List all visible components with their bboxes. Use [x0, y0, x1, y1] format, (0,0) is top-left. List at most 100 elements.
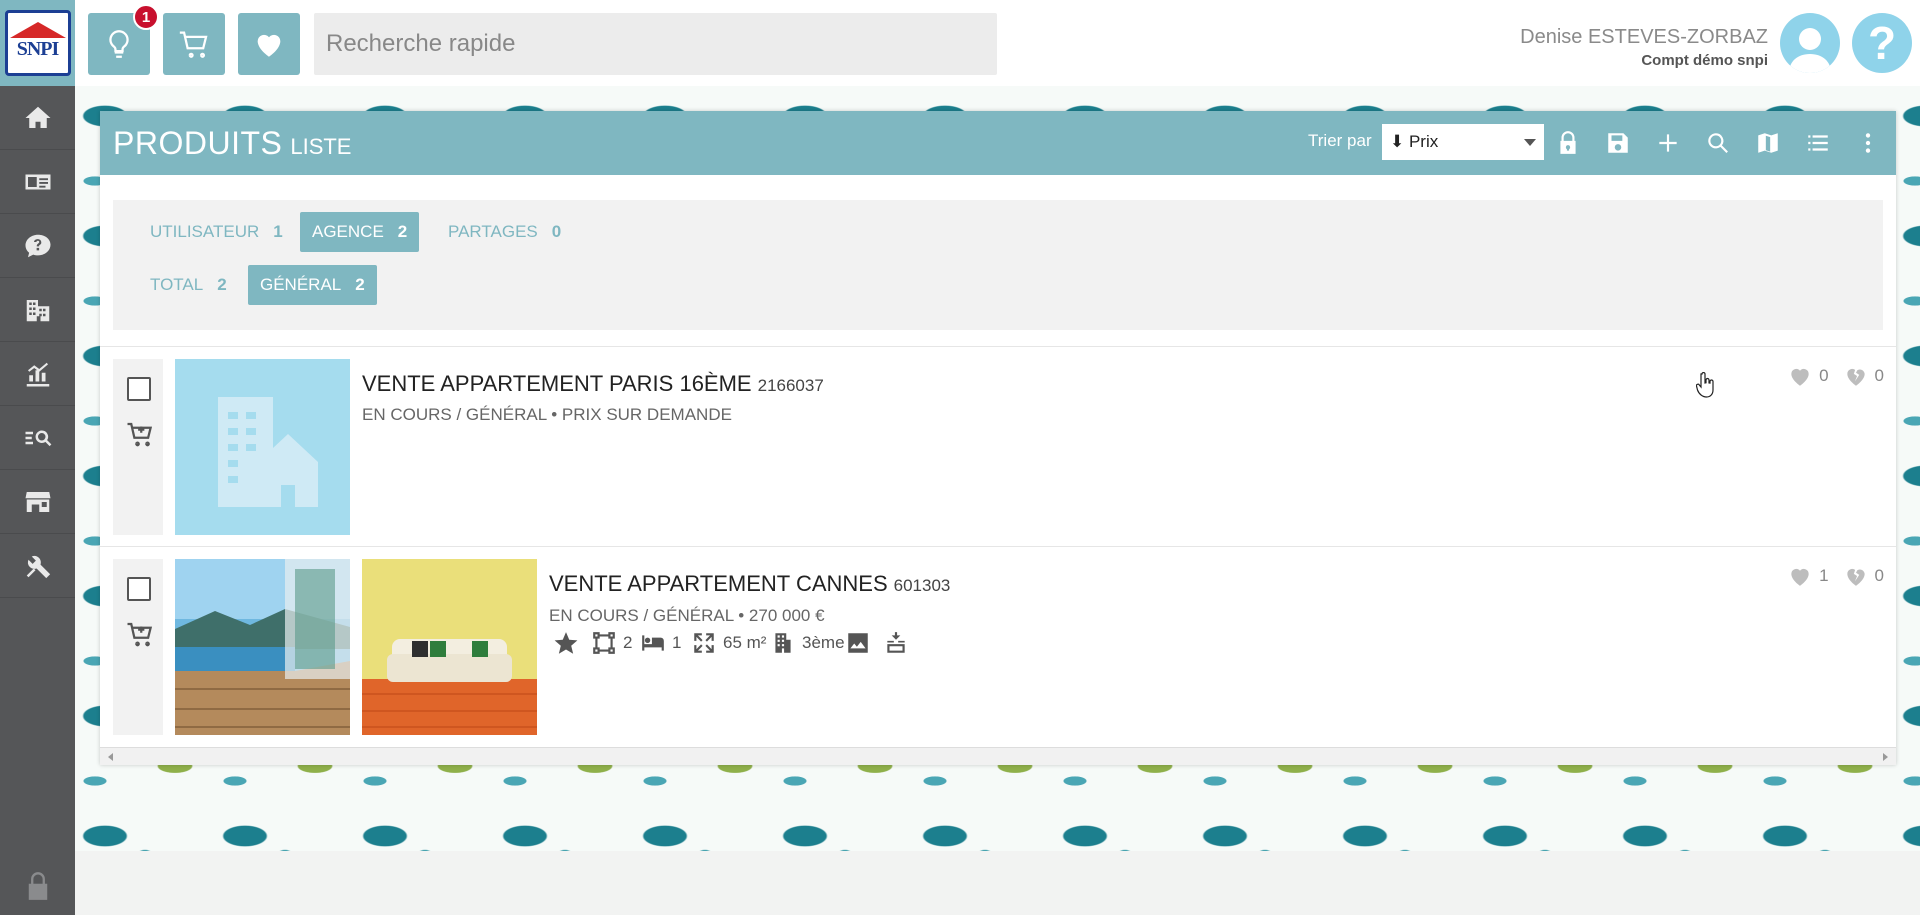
select-checkbox[interactable]: [127, 377, 151, 401]
logo-container[interactable]: SNPI: [0, 0, 75, 86]
avatar[interactable]: [1780, 13, 1840, 73]
sidebar-item-agency[interactable]: [0, 470, 75, 534]
bedrooms-count: 1: [672, 633, 682, 652]
panel-header: PRODUITS LISTE Trier par ⬇ Prix: [100, 111, 1896, 175]
sidebar-item-search[interactable]: [0, 406, 75, 470]
page-title: PRODUITS: [113, 124, 283, 161]
save-icon: [1608, 133, 1628, 153]
chart-icon: [26, 362, 49, 386]
listing-title-text: VENTE APPARTEMENT PARIS 16ÈME: [362, 371, 752, 396]
more-button[interactable]: [1852, 127, 1884, 159]
sidebar-item-stats[interactable]: [0, 342, 75, 406]
sidebar-item-tools[interactable]: [0, 534, 75, 598]
floor-building-icon: [775, 633, 791, 653]
notification-badge: 1: [133, 4, 159, 30]
feature-rooms: 2: [591, 630, 632, 656]
placeholder-thumbnail[interactable]: [175, 359, 350, 535]
list-item[interactable]: VENTE APPARTEMENT PARIS 16ÈME 2166037 EN …: [100, 346, 1896, 546]
lock-icon[interactable]: [24, 871, 52, 901]
add-to-cart-icon[interactable]: [125, 419, 155, 449]
map-button[interactable]: [1752, 127, 1784, 159]
search-button[interactable]: [1702, 127, 1734, 159]
heart-icon[interactable]: [1787, 563, 1813, 589]
add-to-cart-icon[interactable]: [125, 619, 155, 649]
chevron-down-icon: [1524, 139, 1536, 146]
floor-value: 3ème: [802, 633, 845, 652]
ideas-button[interactable]: 1: [88, 4, 159, 75]
star-icon: [554, 632, 578, 654]
feature-floor: 3ème: [770, 630, 845, 656]
living-room-photo-icon: [362, 559, 537, 735]
broken-heart-icon[interactable]: [1843, 563, 1869, 589]
list-view-button[interactable]: [1802, 127, 1834, 159]
cart-button[interactable]: [163, 13, 225, 75]
sort-select[interactable]: ⬇ Prix: [1382, 124, 1544, 160]
select-checkbox[interactable]: [127, 577, 151, 601]
list-item[interactable]: VENTE APPARTEMENT CANNES 601303 EN COURS …: [100, 546, 1896, 746]
feature-favorite[interactable]: [553, 630, 585, 656]
user-icon: [1789, 28, 1831, 73]
filter-label: PARTAGES: [448, 222, 538, 241]
sidebar-item-properties[interactable]: [0, 278, 75, 342]
filter-agence[interactable]: AGENCE 2: [300, 212, 420, 252]
background-fade: [75, 851, 1920, 915]
user-account: Compt démo snpi: [1641, 52, 1768, 69]
filter-label: GÉNÉRAL: [260, 275, 342, 294]
likes-count: 0: [1819, 366, 1829, 385]
scroll-right-icon[interactable]: [1883, 753, 1888, 761]
chat-help-icon: [25, 234, 50, 257]
expand-icon: [694, 633, 714, 653]
building-placeholder-icon: [217, 397, 318, 507]
heart-icon: [257, 34, 281, 57]
sort-label: Trier par: [1308, 131, 1372, 150]
save-button[interactable]: [1602, 127, 1634, 159]
sidebar: [0, 86, 75, 915]
filter-general[interactable]: GÉNÉRAL 2: [248, 265, 377, 305]
filter-count: 0: [551, 222, 562, 241]
filter-total[interactable]: TOTAL 2: [138, 265, 239, 305]
list-icon: [1808, 135, 1828, 151]
bed-icon: [642, 635, 664, 651]
plus-icon: [1659, 134, 1677, 152]
sidebar-item-contacts[interactable]: [0, 150, 75, 214]
quick-search-input[interactable]: [314, 13, 997, 75]
listing-ref: 601303: [893, 576, 951, 595]
lightbulb-icon: [109, 30, 129, 58]
rooms-icon: [593, 632, 615, 654]
listing-title[interactable]: VENTE APPARTEMENT PARIS 16ÈME 2166037: [362, 371, 824, 397]
feature-photos[interactable]: [845, 630, 877, 656]
sidebar-item-home[interactable]: [0, 86, 75, 150]
photo-living-room[interactable]: [362, 559, 537, 735]
rooms-count: 2: [623, 633, 633, 652]
filter-label: TOTAL: [150, 275, 204, 294]
top-bar: SNPI 1 Denise ESTEVES-ZORBAZ Compt démo …: [0, 0, 1920, 86]
id-card-icon: [25, 174, 50, 189]
feature-surface: 65 m²: [691, 630, 766, 656]
heart-icon[interactable]: [1787, 363, 1813, 389]
logo-text: SNPI: [16, 38, 60, 60]
image-icon: [848, 633, 868, 653]
search-icon: [1708, 133, 1728, 153]
lock-button[interactable]: [1552, 127, 1584, 159]
photo-terrace[interactable]: [175, 559, 350, 735]
listing-title[interactable]: VENTE APPARTEMENT CANNES 601303: [549, 571, 950, 597]
listing-title-text: VENTE APPARTEMENT CANNES: [549, 571, 888, 596]
horizontal-scrollbar[interactable]: [100, 747, 1896, 765]
add-button[interactable]: [1652, 127, 1684, 159]
scroll-left-icon[interactable]: [108, 753, 113, 761]
sidebar-item-messages[interactable]: [0, 214, 75, 278]
hand-cursor-icon: [1696, 372, 1714, 398]
more-vertical-icon: [1865, 133, 1871, 153]
user-name[interactable]: Denise ESTEVES-ZORBAZ: [1520, 26, 1768, 49]
help-button[interactable]: ?: [1852, 13, 1912, 73]
help-icon: ?: [1867, 17, 1897, 69]
filter-partages[interactable]: PARTAGES 0: [436, 212, 573, 252]
feature-compare[interactable]: [883, 630, 915, 656]
filter-label: UTILISATEUR: [150, 222, 260, 241]
stack-arrows-icon: [887, 632, 905, 653]
broken-heart-icon[interactable]: [1843, 363, 1869, 389]
listing-ref: 2166037: [757, 376, 824, 395]
favorites-button[interactable]: [238, 13, 300, 75]
filter-utilisateur[interactable]: UTILISATEUR 1: [138, 212, 295, 252]
listing-status: EN COURS / GÉNÉRAL • PRIX SUR DEMANDE: [362, 405, 732, 424]
